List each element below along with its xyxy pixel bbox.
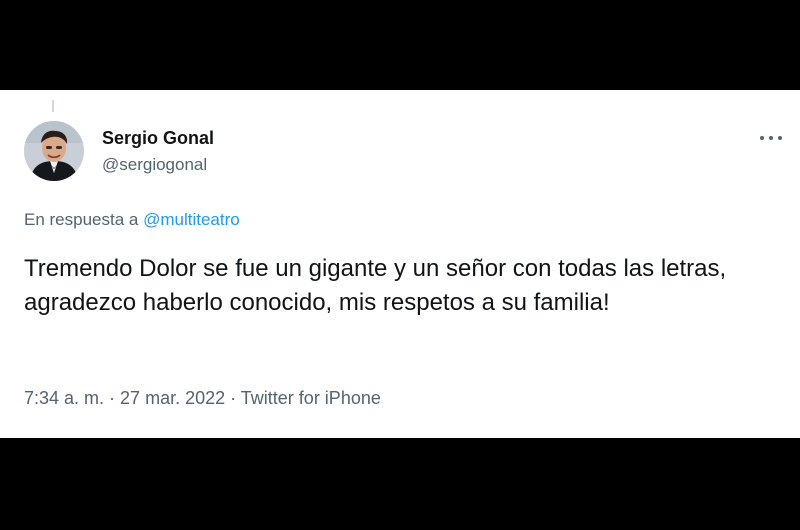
tweet-metadata: 7:34 a. m. · 27 mar. 2022 · Twitter for …: [24, 388, 381, 409]
avatar[interactable]: [24, 121, 84, 181]
tweet-text: Tremendo Dolor se fue un gigante y un se…: [24, 255, 727, 316]
tweet-date[interactable]: 27 mar. 2022: [120, 388, 225, 408]
screenshot-stage: Sergio Gonal @sergiogonal En respuesta a…: [0, 0, 800, 530]
tweet-source: Twitter for iPhone: [240, 388, 381, 408]
reply-context: En respuesta a @multiteatro: [24, 210, 240, 230]
thread-connector-line: [52, 100, 54, 112]
avatar-photo: [24, 121, 84, 181]
author-name[interactable]: Sergio Gonal: [102, 128, 214, 149]
more-horizontal-icon[interactable]: [760, 134, 782, 142]
reply-prefix: En respuesta a: [24, 210, 144, 229]
tweet-card[interactable]: Sergio Gonal @sergiogonal En respuesta a…: [0, 90, 800, 438]
tweet-time[interactable]: 7:34 a. m.: [24, 388, 104, 408]
author-handle[interactable]: @sergiogonal: [102, 155, 207, 175]
reply-mention-link[interactable]: @multiteatro: [143, 210, 240, 229]
meta-separator: ·: [225, 388, 241, 408]
meta-separator: ·: [104, 388, 121, 408]
